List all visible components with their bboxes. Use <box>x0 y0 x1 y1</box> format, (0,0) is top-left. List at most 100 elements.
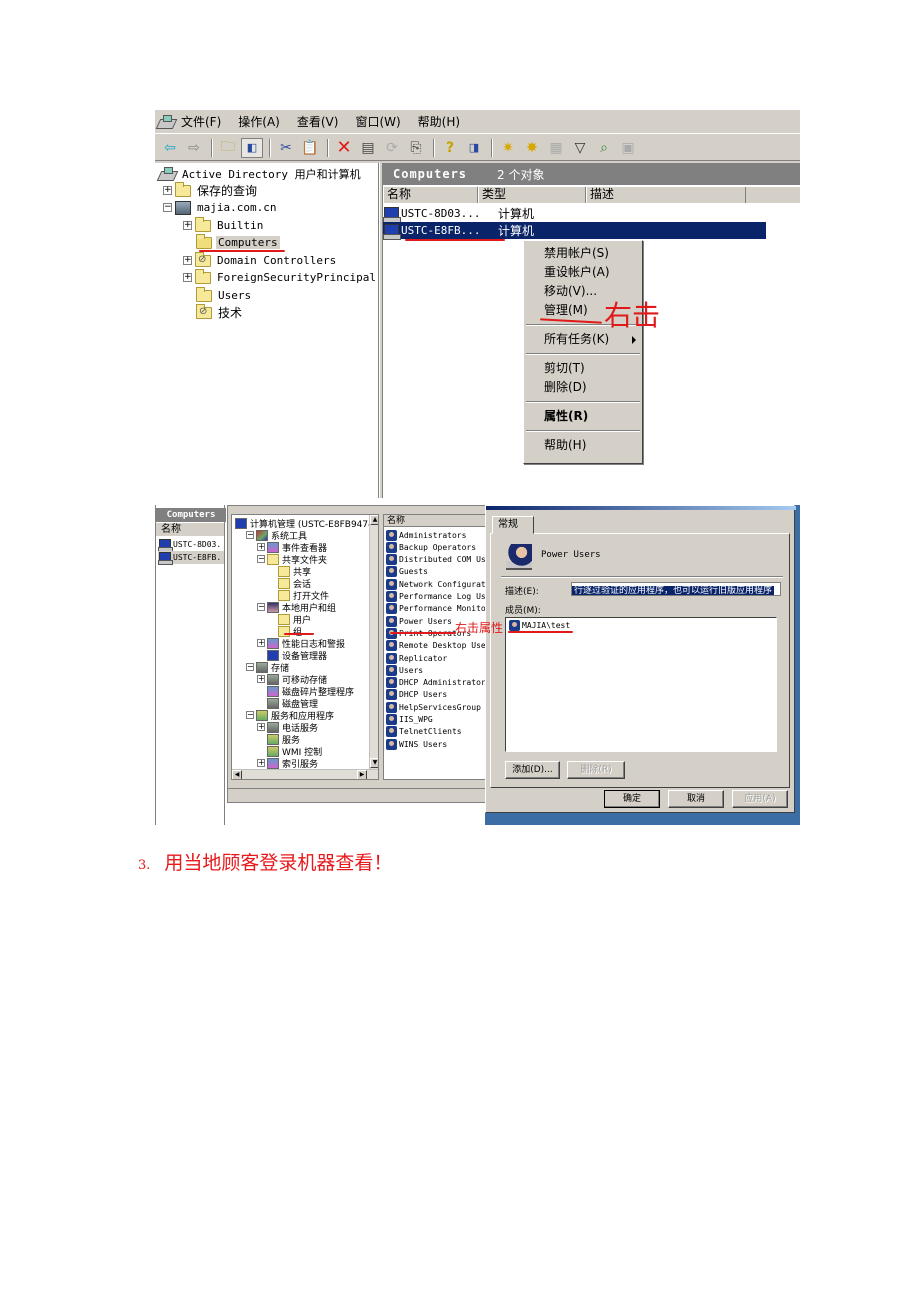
collapse-icon[interactable]: − <box>163 203 172 212</box>
menu-action[interactable]: 操作(A) <box>238 113 280 130</box>
cut-icon[interactable]: ✂ <box>275 138 297 158</box>
collapse-icon[interactable]: − <box>246 663 254 671</box>
new-group-icon[interactable]: ✸ <box>521 138 543 158</box>
tab-general[interactable]: 常规 <box>492 516 534 534</box>
menu-file[interactable]: 文件(F) <box>181 113 221 130</box>
list-item-group[interactable]: Replicator <box>386 652 447 664</box>
list-item-group[interactable]: Guests <box>386 566 428 578</box>
tree-item[interactable]: + 索引服务 <box>257 757 318 770</box>
list-item-group[interactable]: HelpServicesGroup <box>386 701 481 713</box>
collapse-icon[interactable]: − <box>257 603 265 611</box>
ok-button[interactable]: 确定 <box>604 790 660 808</box>
members-list[interactable]: MAJIA\test <box>505 617 777 752</box>
console-icon[interactable]: ◨ <box>463 138 485 158</box>
list-item-group[interactable]: Administrators <box>386 529 466 541</box>
export-icon[interactable]: ⎘ <box>405 138 427 158</box>
tree-item-builtin[interactable]: + Builtin <box>183 216 265 234</box>
list-item-computer-selected[interactable]: USTC-E8FB... 计算机 <box>383 222 766 240</box>
tree-item-domain-controllers[interactable]: + Domain Controllers <box>183 251 338 269</box>
delete-icon[interactable]: ✕ <box>333 137 355 158</box>
collapse-icon[interactable]: − <box>257 555 265 563</box>
collapse-icon[interactable]: − <box>246 531 254 539</box>
show-tree-icon[interactable]: ◧ <box>241 137 263 158</box>
tree-item[interactable]: + 事件查看器 <box>257 541 327 554</box>
menu-item-cut[interactable]: 剪切(T) <box>524 359 642 378</box>
member-item[interactable]: MAJIA\test <box>509 620 570 631</box>
menu-view[interactable]: 查看(V) <box>297 113 339 130</box>
expand-icon[interactable]: + <box>183 221 192 230</box>
tree-item[interactable]: − 共享文件夹 <box>257 553 327 566</box>
expand-icon[interactable]: + <box>257 543 265 551</box>
menu-window[interactable]: 窗口(W) <box>355 113 400 130</box>
tree-item[interactable]: − 存储 <box>246 661 289 674</box>
tree-item[interactable]: 设备管理器 <box>257 649 327 662</box>
tree-item[interactable]: 磁盘管理 <box>257 697 318 710</box>
expand-icon[interactable]: + <box>183 256 192 265</box>
expand-icon[interactable]: + <box>257 639 265 647</box>
list-item-group[interactable]: Performance Log Us <box>386 591 486 603</box>
add-button[interactable]: 添加(D)... <box>505 761 560 779</box>
expand-icon[interactable]: + <box>257 723 265 731</box>
expand-icon[interactable]: + <box>257 675 265 683</box>
tree-item[interactable]: 共享 <box>268 565 311 578</box>
cancel-button[interactable]: 取消 <box>668 790 724 808</box>
tree-item[interactable]: 会话 <box>268 577 311 590</box>
list-item-group[interactable]: DHCP Administrator <box>386 677 486 689</box>
tree-item[interactable]: 打开文件 <box>268 589 329 602</box>
list-item-computer-selected[interactable]: USTC-E8FB. <box>158 551 224 565</box>
scroll-left-icon[interactable]: ◀ <box>232 770 242 779</box>
list-item-computer[interactable]: USTC-8D03... 计算机 <box>383 205 800 223</box>
menu-item-reset-account[interactable]: 重设帐户(A) <box>524 263 642 282</box>
refresh-icon[interactable]: ⟳ <box>381 138 403 158</box>
tree-root[interactable]: Active Directory 用户和计算机 <box>158 165 363 182</box>
list-item-group[interactable]: Network Configurat <box>386 578 486 590</box>
tree-item-saved-queries[interactable]: + 保存的查询 <box>163 181 259 199</box>
properties-icon[interactable]: ▤ <box>357 138 379 158</box>
forward-arrow-icon[interactable]: ⇨ <box>183 138 205 158</box>
find-icon[interactable]: ⌕ <box>593 138 615 158</box>
list-item-group[interactable]: Distributed COM Us <box>386 554 486 566</box>
back-arrow-icon[interactable]: ⇦ <box>159 138 181 158</box>
tree-item-foreign-security-principals[interactable]: + ForeignSecurityPrincipal <box>183 268 378 286</box>
list-item-group[interactable]: WINS Users <box>386 738 447 750</box>
scroll-down-icon[interactable]: ▼ <box>370 758 378 768</box>
tree-item[interactable]: WMI 控制 <box>257 745 322 758</box>
scroll-right-icon[interactable]: ▶ <box>357 770 367 779</box>
tree-item[interactable]: − 本地用户和组 <box>257 601 336 614</box>
tree-item-users[interactable]: Users <box>196 286 253 304</box>
tree-item[interactable]: 计算机管理 (USTC-E8FB94748 <box>235 517 378 530</box>
expand-icon[interactable]: + <box>257 759 265 767</box>
column-header-name[interactable]: 名称 <box>383 187 478 203</box>
tree-item[interactable]: + 电话服务 <box>257 721 318 734</box>
remove-button[interactable]: 删除(R) <box>567 761 625 779</box>
paste-icon[interactable]: 📋 <box>299 138 321 158</box>
list-item-group[interactable]: Users <box>386 664 423 676</box>
list-item-computer[interactable]: USTC-8D03. <box>158 538 224 552</box>
expand-icon[interactable]: + <box>163 186 172 195</box>
expand-icon[interactable]: + <box>183 273 192 282</box>
list-item-group[interactable]: Backup Operators <box>386 541 476 553</box>
add-to-group-icon[interactable]: ▣ <box>617 138 639 158</box>
tree-item[interactable]: 服务 <box>257 733 300 746</box>
help-icon[interactable]: ? <box>439 138 461 158</box>
horizontal-scrollbar[interactable]: ◀ ▶ <box>232 769 378 779</box>
list-item-group[interactable]: Remote Desktop Use: <box>386 640 491 652</box>
up-folder-icon[interactable]: 🗀 <box>217 138 239 158</box>
scroll-up-icon[interactable]: ▲ <box>370 515 378 525</box>
vertical-scrollbar[interactable]: ▲ ▼ <box>369 515 378 769</box>
menu-item-disable-account[interactable]: 禁用帐户(S) <box>524 244 642 263</box>
filter-icon[interactable]: ▽ <box>569 138 591 158</box>
menu-item-help[interactable]: 帮助(H) <box>524 436 642 455</box>
new-ou-icon[interactable]: ▦ <box>545 138 567 158</box>
column-header-name[interactable]: 名称 <box>156 523 224 536</box>
tree-item-computers[interactable]: Computers <box>196 233 280 251</box>
column-header-type[interactable]: 类型 <box>478 187 586 203</box>
tree-item[interactable]: + 可移动存储 <box>257 673 327 686</box>
tree-item-tech-ou[interactable]: 技术 <box>196 303 244 321</box>
tree-item[interactable]: 用户 <box>268 613 311 626</box>
list-item-group[interactable]: Power Users <box>386 615 452 627</box>
column-header-description[interactable]: 描述 <box>586 187 746 203</box>
menu-item-delete[interactable]: 删除(D) <box>524 378 642 397</box>
list-item-group[interactable]: DHCP Users <box>386 689 447 701</box>
new-user-icon[interactable]: ✷ <box>497 138 519 158</box>
